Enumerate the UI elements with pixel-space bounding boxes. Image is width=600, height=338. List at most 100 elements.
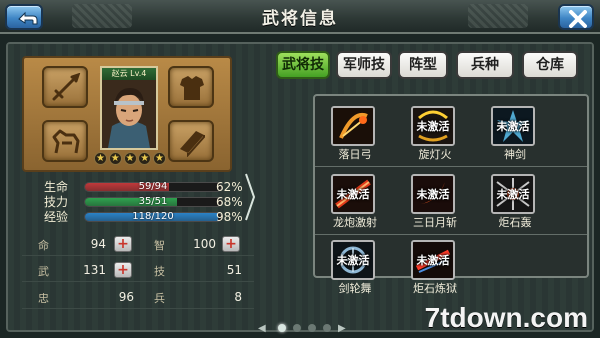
page-dot[interactable] bbox=[323, 324, 331, 332]
attr-value: 8 bbox=[234, 290, 242, 304]
tab-advisor-skills[interactable]: 军师技 bbox=[336, 51, 392, 79]
skill-name: 三日月斩 bbox=[413, 216, 457, 229]
book-slot[interactable] bbox=[168, 120, 214, 162]
attribute-table: 命 94 + 智 100 + 武 131 + 技 51 忠 96 兵 8 bbox=[22, 234, 254, 330]
next-page-arrow-icon[interactable]: ▶ bbox=[338, 323, 346, 334]
skill-name: 神剑 bbox=[504, 148, 526, 161]
skill-icon-frame: 未激活 bbox=[331, 174, 375, 214]
skill-icon-frame: 未激活 bbox=[411, 106, 455, 146]
skill-slot[interactable]: 未激活 龙炮激射 bbox=[323, 174, 387, 230]
sunset-bow-icon bbox=[333, 108, 373, 144]
stat-label: 生命 bbox=[44, 180, 69, 194]
armor-icon bbox=[180, 76, 204, 100]
stat-row-skill-power: 技力 35/51 68% bbox=[44, 195, 249, 209]
star-icon: ★ bbox=[153, 152, 166, 165]
tab-formation[interactable]: 阵型 bbox=[398, 51, 448, 79]
skill-icon-frame: 未激活 bbox=[411, 174, 455, 214]
watermark: 7tdown.com bbox=[424, 302, 588, 333]
attr-value: 94 bbox=[90, 237, 106, 251]
locked-label: 未激活 bbox=[416, 120, 450, 133]
attribute-row: 忠 96 兵 8 bbox=[22, 287, 254, 309]
skill-name: 剑轮舞 bbox=[338, 282, 372, 295]
skill-name: 炬石轰 bbox=[498, 216, 532, 229]
stat-value: 35/51 bbox=[138, 196, 168, 207]
skill-name: 龙炮激射 bbox=[333, 216, 377, 229]
attr-label: 武 bbox=[38, 265, 49, 278]
hero-panel: 赵云 Lv.4 ★ ★ ★ ★ ★ bbox=[22, 56, 232, 172]
weapon-slot[interactable] bbox=[42, 66, 88, 108]
page-dot[interactable] bbox=[293, 324, 301, 332]
stat-row-hp: 生命 59/94 62% bbox=[44, 180, 249, 194]
skill-slot[interactable]: 未激活 炬石炼狱 bbox=[403, 240, 467, 296]
attr-value: 51 bbox=[226, 263, 242, 277]
hero-portrait[interactable]: 赵云 Lv.4 bbox=[100, 66, 158, 150]
stat-value: 59/94 bbox=[138, 181, 168, 192]
hero-avatar bbox=[102, 80, 156, 148]
add-point-button[interactable]: + bbox=[222, 236, 240, 252]
horse-icon bbox=[52, 129, 80, 154]
skill-slot[interactable]: 未激活 炬石轰 bbox=[483, 174, 547, 230]
skill-slot[interactable]: 未激活 神剑 bbox=[483, 106, 547, 162]
locked-label: 未激活 bbox=[416, 254, 450, 267]
page-title: 武将信息 bbox=[262, 9, 338, 29]
tab-troop-type[interactable]: 兵种 bbox=[456, 51, 514, 79]
star-icon: ★ bbox=[94, 152, 107, 165]
row-divider bbox=[315, 166, 587, 167]
close-button[interactable] bbox=[558, 4, 594, 30]
expand-arrow-icon[interactable] bbox=[245, 172, 255, 222]
star-icon: ★ bbox=[123, 152, 137, 165]
skill-icon-frame: 未激活 bbox=[411, 240, 455, 280]
stat-row-exp: 经验 118/120 98% bbox=[44, 210, 249, 224]
prev-page-arrow-icon[interactable]: ◀ bbox=[258, 323, 266, 334]
locked-label: 未激活 bbox=[496, 188, 530, 201]
attr-value: 96 bbox=[118, 290, 134, 304]
mount-slot[interactable] bbox=[42, 120, 88, 162]
skill-icon-frame: 未激活 bbox=[491, 174, 535, 214]
stat-percent: 98% bbox=[216, 210, 243, 224]
tab-general-skills[interactable]: 武将技 bbox=[276, 51, 330, 79]
stat-label: 经验 bbox=[44, 210, 69, 224]
stat-value: 118/120 bbox=[132, 211, 174, 222]
page-dot[interactable] bbox=[278, 324, 286, 332]
skill-icon-frame: 未激活 bbox=[491, 106, 535, 146]
tab-inventory[interactable]: 仓库 bbox=[522, 51, 578, 79]
attr-label: 忠 bbox=[38, 292, 49, 305]
skill-slot[interactable]: 未激活 剑轮舞 bbox=[323, 240, 387, 296]
armor-slot[interactable] bbox=[168, 66, 214, 108]
locked-label: 未激活 bbox=[336, 254, 370, 267]
top-bar: 武将信息 bbox=[0, 0, 600, 34]
attr-label: 智 bbox=[154, 239, 165, 252]
skill-name: 旋灯火 bbox=[418, 148, 452, 161]
skill-name: 炬石炼狱 bbox=[413, 282, 457, 295]
spear-icon bbox=[52, 73, 81, 101]
attr-label: 命 bbox=[38, 239, 49, 252]
star-rating: ★ ★ ★ ★ ★ bbox=[94, 152, 166, 166]
stat-percent: 68% bbox=[216, 195, 243, 209]
add-point-button[interactable]: + bbox=[114, 236, 132, 252]
row-divider bbox=[315, 234, 587, 235]
attribute-row: 武 131 + 技 51 bbox=[22, 260, 254, 282]
skill-name: 落日弓 bbox=[338, 148, 372, 161]
locked-label: 未激活 bbox=[336, 188, 370, 201]
locked-label: 未激活 bbox=[496, 120, 530, 133]
skill-slot[interactable]: 未激活 三日月斩 bbox=[403, 174, 467, 230]
skill-panel: 落日弓 未激活 旋灯火 未激活 神剑 未激活 龙炮激射 未激活 三日月斩 未激活… bbox=[313, 94, 589, 295]
skill-slot[interactable]: 未激活 旋灯火 bbox=[403, 106, 467, 162]
attribute-row: 命 94 + 智 100 + bbox=[22, 234, 254, 256]
attr-label: 兵 bbox=[154, 292, 165, 305]
star-icon: ★ bbox=[138, 152, 152, 165]
page-indicator: ◀ ▶ bbox=[258, 321, 350, 335]
skill-icon-frame: 未激活 bbox=[331, 240, 375, 280]
attr-value: 131 bbox=[83, 263, 106, 277]
skill-icon-frame bbox=[331, 106, 375, 146]
stat-label: 技力 bbox=[44, 195, 69, 209]
locked-label: 未激活 bbox=[416, 188, 450, 201]
attr-value: 100 bbox=[193, 237, 216, 251]
page-dot[interactable] bbox=[308, 324, 316, 332]
stat-percent: 62% bbox=[216, 180, 243, 194]
hero-name-level: 赵云 Lv.4 bbox=[102, 68, 156, 80]
add-point-button[interactable]: + bbox=[114, 262, 132, 278]
attr-label: 技 bbox=[154, 265, 165, 278]
close-icon bbox=[569, 10, 587, 28]
skill-slot[interactable]: 落日弓 bbox=[323, 106, 387, 162]
